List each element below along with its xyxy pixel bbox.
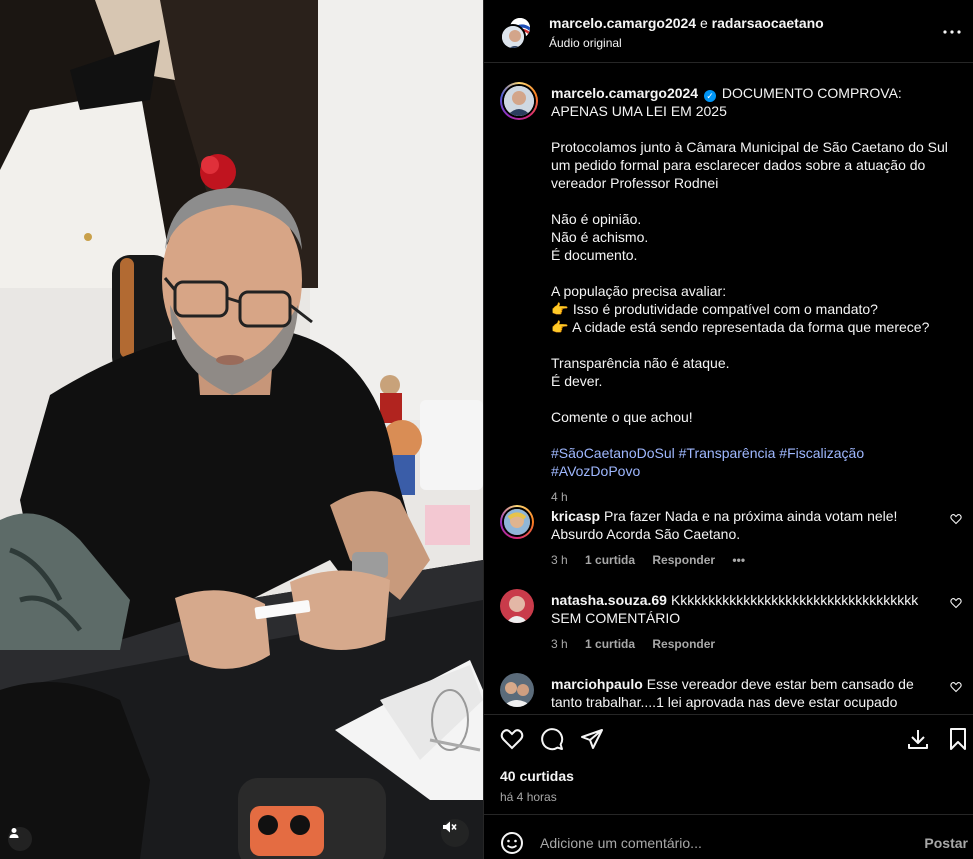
post-media-video[interactable] bbox=[0, 0, 483, 859]
caption-text: marcelo.camargo2024 ✓ DOCUMENTO COMPROVA… bbox=[551, 84, 951, 506]
verified-badge-icon: ✓ bbox=[703, 90, 716, 102]
header-joiner: e bbox=[699, 15, 708, 31]
video-frame bbox=[0, 0, 483, 859]
likes-count[interactable]: 40 curtidas bbox=[500, 768, 574, 784]
comment-more-button[interactable]: ••• bbox=[732, 553, 745, 567]
comment-avatar[interactable] bbox=[500, 505, 534, 539]
caption-timestamp[interactable]: 4 h bbox=[551, 488, 951, 506]
comment-time[interactable]: 3 h bbox=[551, 637, 568, 651]
profile-photo-icon bbox=[504, 509, 530, 535]
caption-line: Não é opinião. bbox=[551, 211, 642, 227]
caption-hashtags[interactable]: #SãoCaetanoDoSul #Transparência #Fiscali… bbox=[551, 444, 951, 480]
like-heart-icon[interactable] bbox=[500, 727, 524, 751]
comment-avatar[interactable] bbox=[500, 589, 534, 623]
profile-photo-icon bbox=[500, 589, 534, 623]
caption-line: É dever. bbox=[551, 373, 603, 389]
header-usernames: marcelo.camargo2024 e radarsaocaetano bbox=[549, 15, 824, 31]
comments-scroll-area[interactable]: marcelo.camargo2024 ✓ DOCUMENTO COMPROVA… bbox=[484, 64, 973, 714]
speaker-muted-icon bbox=[443, 821, 457, 833]
share-send-icon[interactable] bbox=[580, 727, 604, 751]
more-horizontal-icon bbox=[943, 30, 961, 34]
profile-photo-icon bbox=[504, 86, 534, 116]
caption-line: Transparência não é ataque. bbox=[551, 355, 730, 371]
comment-username[interactable]: natasha.souza.69 bbox=[551, 592, 667, 608]
comment-username[interactable]: kricasp bbox=[551, 508, 600, 524]
profile-photo-icon bbox=[500, 673, 534, 707]
comment-composer: Postar bbox=[484, 814, 973, 859]
avatar-marcelo-camargo[interactable] bbox=[500, 24, 526, 50]
header-username-primary[interactable]: marcelo.camargo2024 bbox=[549, 15, 696, 31]
comment-bubble-icon[interactable] bbox=[540, 727, 564, 751]
comment-time[interactable]: 3 h bbox=[551, 553, 568, 567]
mute-button[interactable] bbox=[441, 819, 469, 847]
comment-likes[interactable]: 1 curtida bbox=[585, 553, 635, 567]
download-icon[interactable] bbox=[906, 727, 930, 751]
comment-avatar[interactable] bbox=[500, 673, 534, 707]
pointing-hand-icon: 👉 bbox=[551, 301, 569, 317]
caption-bullet-line: 👉 Isso é produtividade compatível com o … bbox=[551, 300, 951, 318]
more-options-button[interactable] bbox=[940, 22, 964, 42]
caption-line: A população precisa avaliar: bbox=[551, 283, 727, 299]
pointing-hand-icon: 👉 bbox=[551, 319, 569, 335]
comment-reply-button[interactable]: Responder bbox=[652, 553, 715, 567]
comment-text: kricasp Pra fazer Nada e na próxima ainda… bbox=[551, 507, 946, 543]
comment-username[interactable]: marciohpaulo bbox=[551, 676, 643, 692]
caption-bullet-line: 👉 A cidade está sendo representada da fo… bbox=[551, 318, 951, 336]
post-details-panel: marcelo.camargo2024 e radarsaocaetano Áu… bbox=[483, 0, 973, 859]
post-header: marcelo.camargo2024 e radarsaocaetano Áu… bbox=[484, 0, 973, 63]
profile-photo-icon bbox=[502, 26, 524, 48]
caption-line: É documento. bbox=[551, 247, 638, 263]
comment-text: natasha.souza.69 Kkkkkkkkkkkkkkkkkkkkkkkk… bbox=[551, 591, 946, 627]
post-comment-button[interactable]: Postar bbox=[924, 835, 968, 851]
caption-paragraph-1: Protocolamos junto à Câmara Municipal de… bbox=[551, 139, 948, 191]
tagged-users-button[interactable] bbox=[8, 827, 32, 851]
original-audio-link[interactable]: Áudio original bbox=[549, 36, 622, 50]
caption-paragraph-4: Transparência não é ataque. É dever. bbox=[551, 354, 951, 390]
caption-avatar[interactable] bbox=[500, 82, 538, 120]
comment-input[interactable] bbox=[540, 829, 900, 857]
user-icon bbox=[9, 828, 19, 838]
comment-text: marciohpaulo Esse vereador deve estar bem… bbox=[551, 675, 946, 714]
comment-meta: 3 h 1 curtida Responder bbox=[551, 637, 729, 651]
comment-body: Pra fazer Nada e na próxima ainda votam … bbox=[551, 508, 898, 542]
collab-avatars[interactable] bbox=[500, 16, 534, 50]
comment-likes[interactable]: 1 curtida bbox=[585, 637, 635, 651]
caption-paragraph-5: Comente o que achou! bbox=[551, 409, 693, 425]
post-actions: 40 curtidas há 4 horas bbox=[484, 714, 973, 814]
caption-paragraph-2: Não é opinião. Não é achismo. É document… bbox=[551, 210, 951, 264]
caption-username[interactable]: marcelo.camargo2024 bbox=[551, 85, 698, 101]
header-username-secondary[interactable]: radarsaocaetano bbox=[712, 15, 824, 31]
caption-paragraph-3: A população precisa avaliar: 👉 Isso é pr… bbox=[551, 282, 951, 336]
comment-like-heart-icon[interactable] bbox=[950, 513, 962, 525]
caption-line: Não é achismo. bbox=[551, 229, 649, 245]
comment-like-heart-icon[interactable] bbox=[950, 597, 962, 609]
caption-bullet-text: Isso é produtividade compatível com o ma… bbox=[572, 301, 878, 317]
post-timestamp[interactable]: há 4 horas bbox=[500, 790, 557, 804]
comment-like-heart-icon[interactable] bbox=[950, 681, 962, 693]
caption-bullet-text: A cidade está sendo representada da form… bbox=[572, 319, 930, 335]
comment-reply-button[interactable]: Responder bbox=[652, 637, 715, 651]
emoji-icon[interactable] bbox=[500, 831, 524, 855]
save-bookmark-icon[interactable] bbox=[946, 727, 970, 751]
comment-meta: 3 h 1 curtida Responder ••• bbox=[551, 553, 759, 567]
